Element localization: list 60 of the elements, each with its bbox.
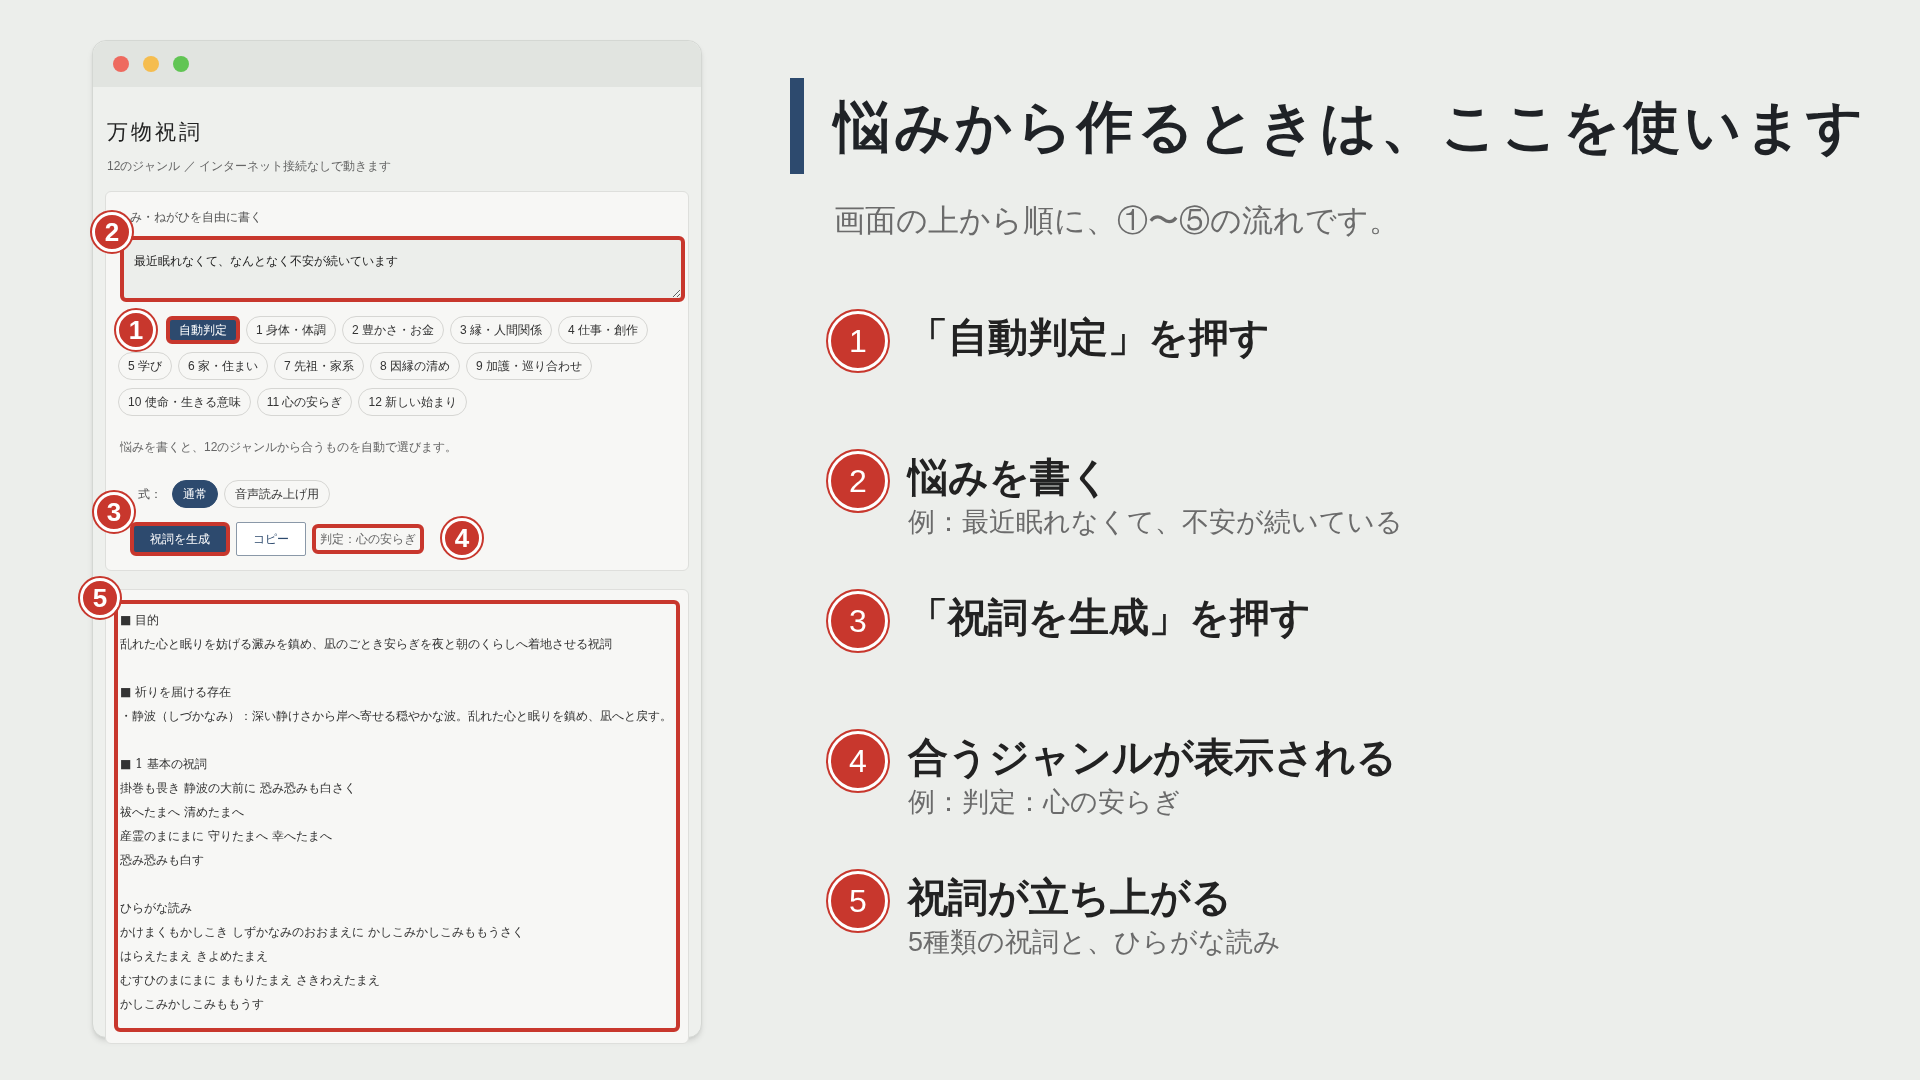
- zoom-icon[interactable]: [173, 56, 189, 72]
- step-number: 1: [828, 310, 888, 371]
- step-title: 合うジャンルが表示される: [908, 733, 1397, 781]
- step-title: 「祝詞を生成」を押す: [908, 593, 1311, 641]
- step-number: 2: [828, 450, 888, 511]
- step-title: 祝詞が立ち上がる: [908, 873, 1233, 921]
- result-line: 産霊のまにまに 守りたまへ 幸へたまへ: [120, 827, 333, 845]
- result-line: 祓へたまへ 清めたまへ: [120, 803, 245, 821]
- genre-chip[interactable]: 8 因縁の清め: [370, 351, 461, 380]
- callout-badge: 1: [116, 309, 156, 350]
- verdict-text: 判定：心の安らぎ: [312, 523, 424, 554]
- step-title: 「自動判定」を押す: [908, 313, 1270, 361]
- result-line: かけまくもかしこき しずかなみのおおまえに かしこみかしこみももうさく: [120, 923, 525, 941]
- text-area[interactable]: 最近眠れなくて、なんとなく不安が続いています: [120, 235, 685, 302]
- step-note: 例：判定：心の安らぎ: [908, 785, 1182, 819]
- step-note: 例：最近眠れなくて、不安が続いている: [908, 505, 1403, 539]
- callout-badge: 5: [80, 577, 120, 618]
- result-line: はらえたまえ きよめたまえ: [120, 947, 269, 965]
- result-line: ■ 1 基本の祝詞: [120, 755, 208, 773]
- result-line: むすひのまにまに まもりたまえ さきわえたまえ: [120, 971, 381, 989]
- step-number: 3: [828, 590, 888, 651]
- result-line: 掛巻も畏き 静波の大前に 恐み恐みも白さく: [120, 779, 357, 797]
- format-option[interactable]: 通常: [172, 479, 218, 508]
- step-title: 悩みを書く: [908, 453, 1112, 501]
- genre-chip[interactable]: 4 仕事・創作: [558, 315, 649, 344]
- genre-chip[interactable]: 2 豊かさ・お金: [342, 315, 445, 344]
- format-label: 式：: [138, 485, 162, 503]
- result-line: 乱れた心と眠りを妨げる澱みを鎮め、凪のごとき安らぎを夜と朝のくらしへ着地させる祝詞: [120, 635, 613, 653]
- genre-chip[interactable]: 6 家・住まい: [178, 351, 269, 380]
- callout-badge: 3: [94, 491, 134, 532]
- genre-chip[interactable]: 9 加護・巡り合わせ: [466, 351, 593, 380]
- result-line: 恐み恐みも白す: [120, 851, 205, 869]
- format-option[interactable]: 音声読み上げ用: [224, 479, 330, 508]
- genre-chip[interactable]: 3 縁・人間関係: [450, 315, 553, 344]
- field-label: み・ねがひを自由に書く: [130, 208, 263, 226]
- slide-subtitle: 画面の上から順に、①〜⑤の流れです。: [834, 202, 1401, 240]
- genre-chip[interactable]: 11 心の安らぎ: [256, 387, 353, 416]
- result-line: かしこみかしこみももうす: [120, 995, 265, 1013]
- genre-chip[interactable]: 1 身体・体調: [246, 315, 336, 344]
- hint-text: 悩みを書くと、12のジャンルから合うものを自動で選びます。: [120, 438, 459, 456]
- action-button[interactable]: 祝詞を生成: [130, 521, 230, 556]
- result-line: ・静波（しづかなみ）：深い静けさから岸へ寄せる穏やかな波。乱れた心と眠りを鎮め、凪へと戻す。: [120, 707, 673, 725]
- genre-chip[interactable]: 自動判定: [166, 315, 240, 344]
- result-line: ■ 目的: [120, 611, 161, 629]
- slide-title: 悩みから作るときは、ここを使います: [834, 92, 1867, 161]
- step-number: 5: [828, 870, 888, 931]
- action-button[interactable]: コピー: [236, 521, 306, 556]
- result-line: ■ 祈りを届ける存在: [120, 683, 233, 701]
- close-icon[interactable]: [113, 56, 129, 72]
- result-line: ひらがな読み: [120, 899, 193, 917]
- genre-chip[interactable]: 5 学び: [118, 351, 172, 380]
- app-title: 万物祝詞: [107, 119, 204, 146]
- genre-chip[interactable]: 7 先祖・家系: [274, 351, 365, 380]
- step-note: 5種類の祝詞と、ひらがな読み: [908, 925, 1282, 959]
- genre-chip[interactable]: 12 新しい始まり: [358, 387, 468, 416]
- app-subtitle: 12のジャンル ／ インターネット接続なしで動きます: [107, 157, 392, 175]
- genre-chip[interactable]: 10 使命・生きる意味: [118, 387, 251, 416]
- step-number: 4: [828, 730, 888, 791]
- callout-badge: 4: [442, 517, 482, 558]
- minimize-icon[interactable]: [143, 56, 159, 72]
